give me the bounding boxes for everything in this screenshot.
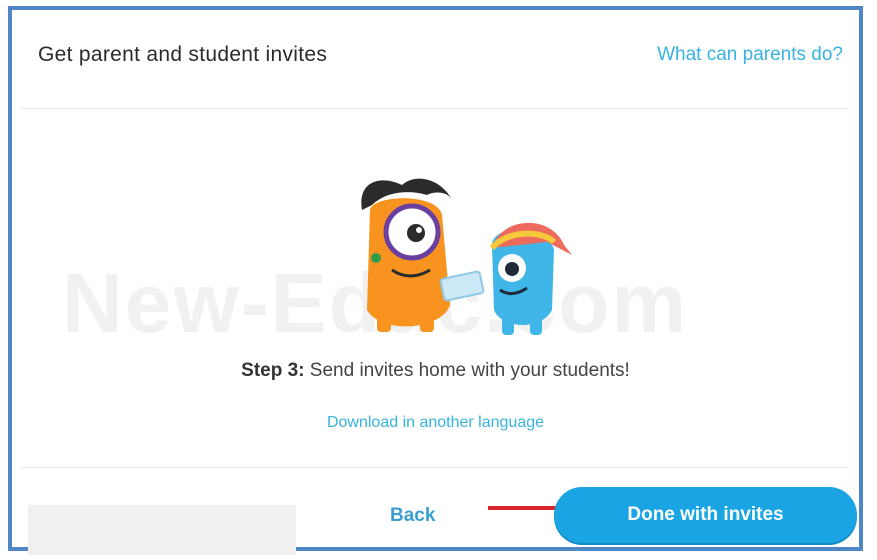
redacted-area — [28, 505, 296, 555]
screenshot-frame: Get parent and student invites What can … — [8, 6, 863, 555]
what-can-parents-do-link[interactable]: What can parents do? — [657, 44, 843, 66]
back-button[interactable]: Back — [390, 505, 435, 527]
monsters-illustration — [361, 178, 572, 335]
orange-monster-icon — [361, 178, 452, 332]
invite-modal: Get parent and student invites What can … — [22, 20, 857, 555]
download-another-language-link[interactable]: Download in another language — [22, 414, 849, 432]
modal-title: Get parent and student invites — [38, 43, 328, 66]
done-with-invites-button[interactable]: Done with invites — [554, 487, 857, 543]
modal-footer: Back Done with invites — [22, 467, 857, 555]
step-description: Send invites home with your students! — [304, 360, 630, 381]
modal-header: Get parent and student invites What can … — [22, 20, 849, 109]
step-instruction: Step 3: Send invites home with your stud… — [22, 360, 849, 382]
step-label: Step 3: — [241, 360, 305, 381]
blue-monster-icon — [439, 222, 572, 335]
